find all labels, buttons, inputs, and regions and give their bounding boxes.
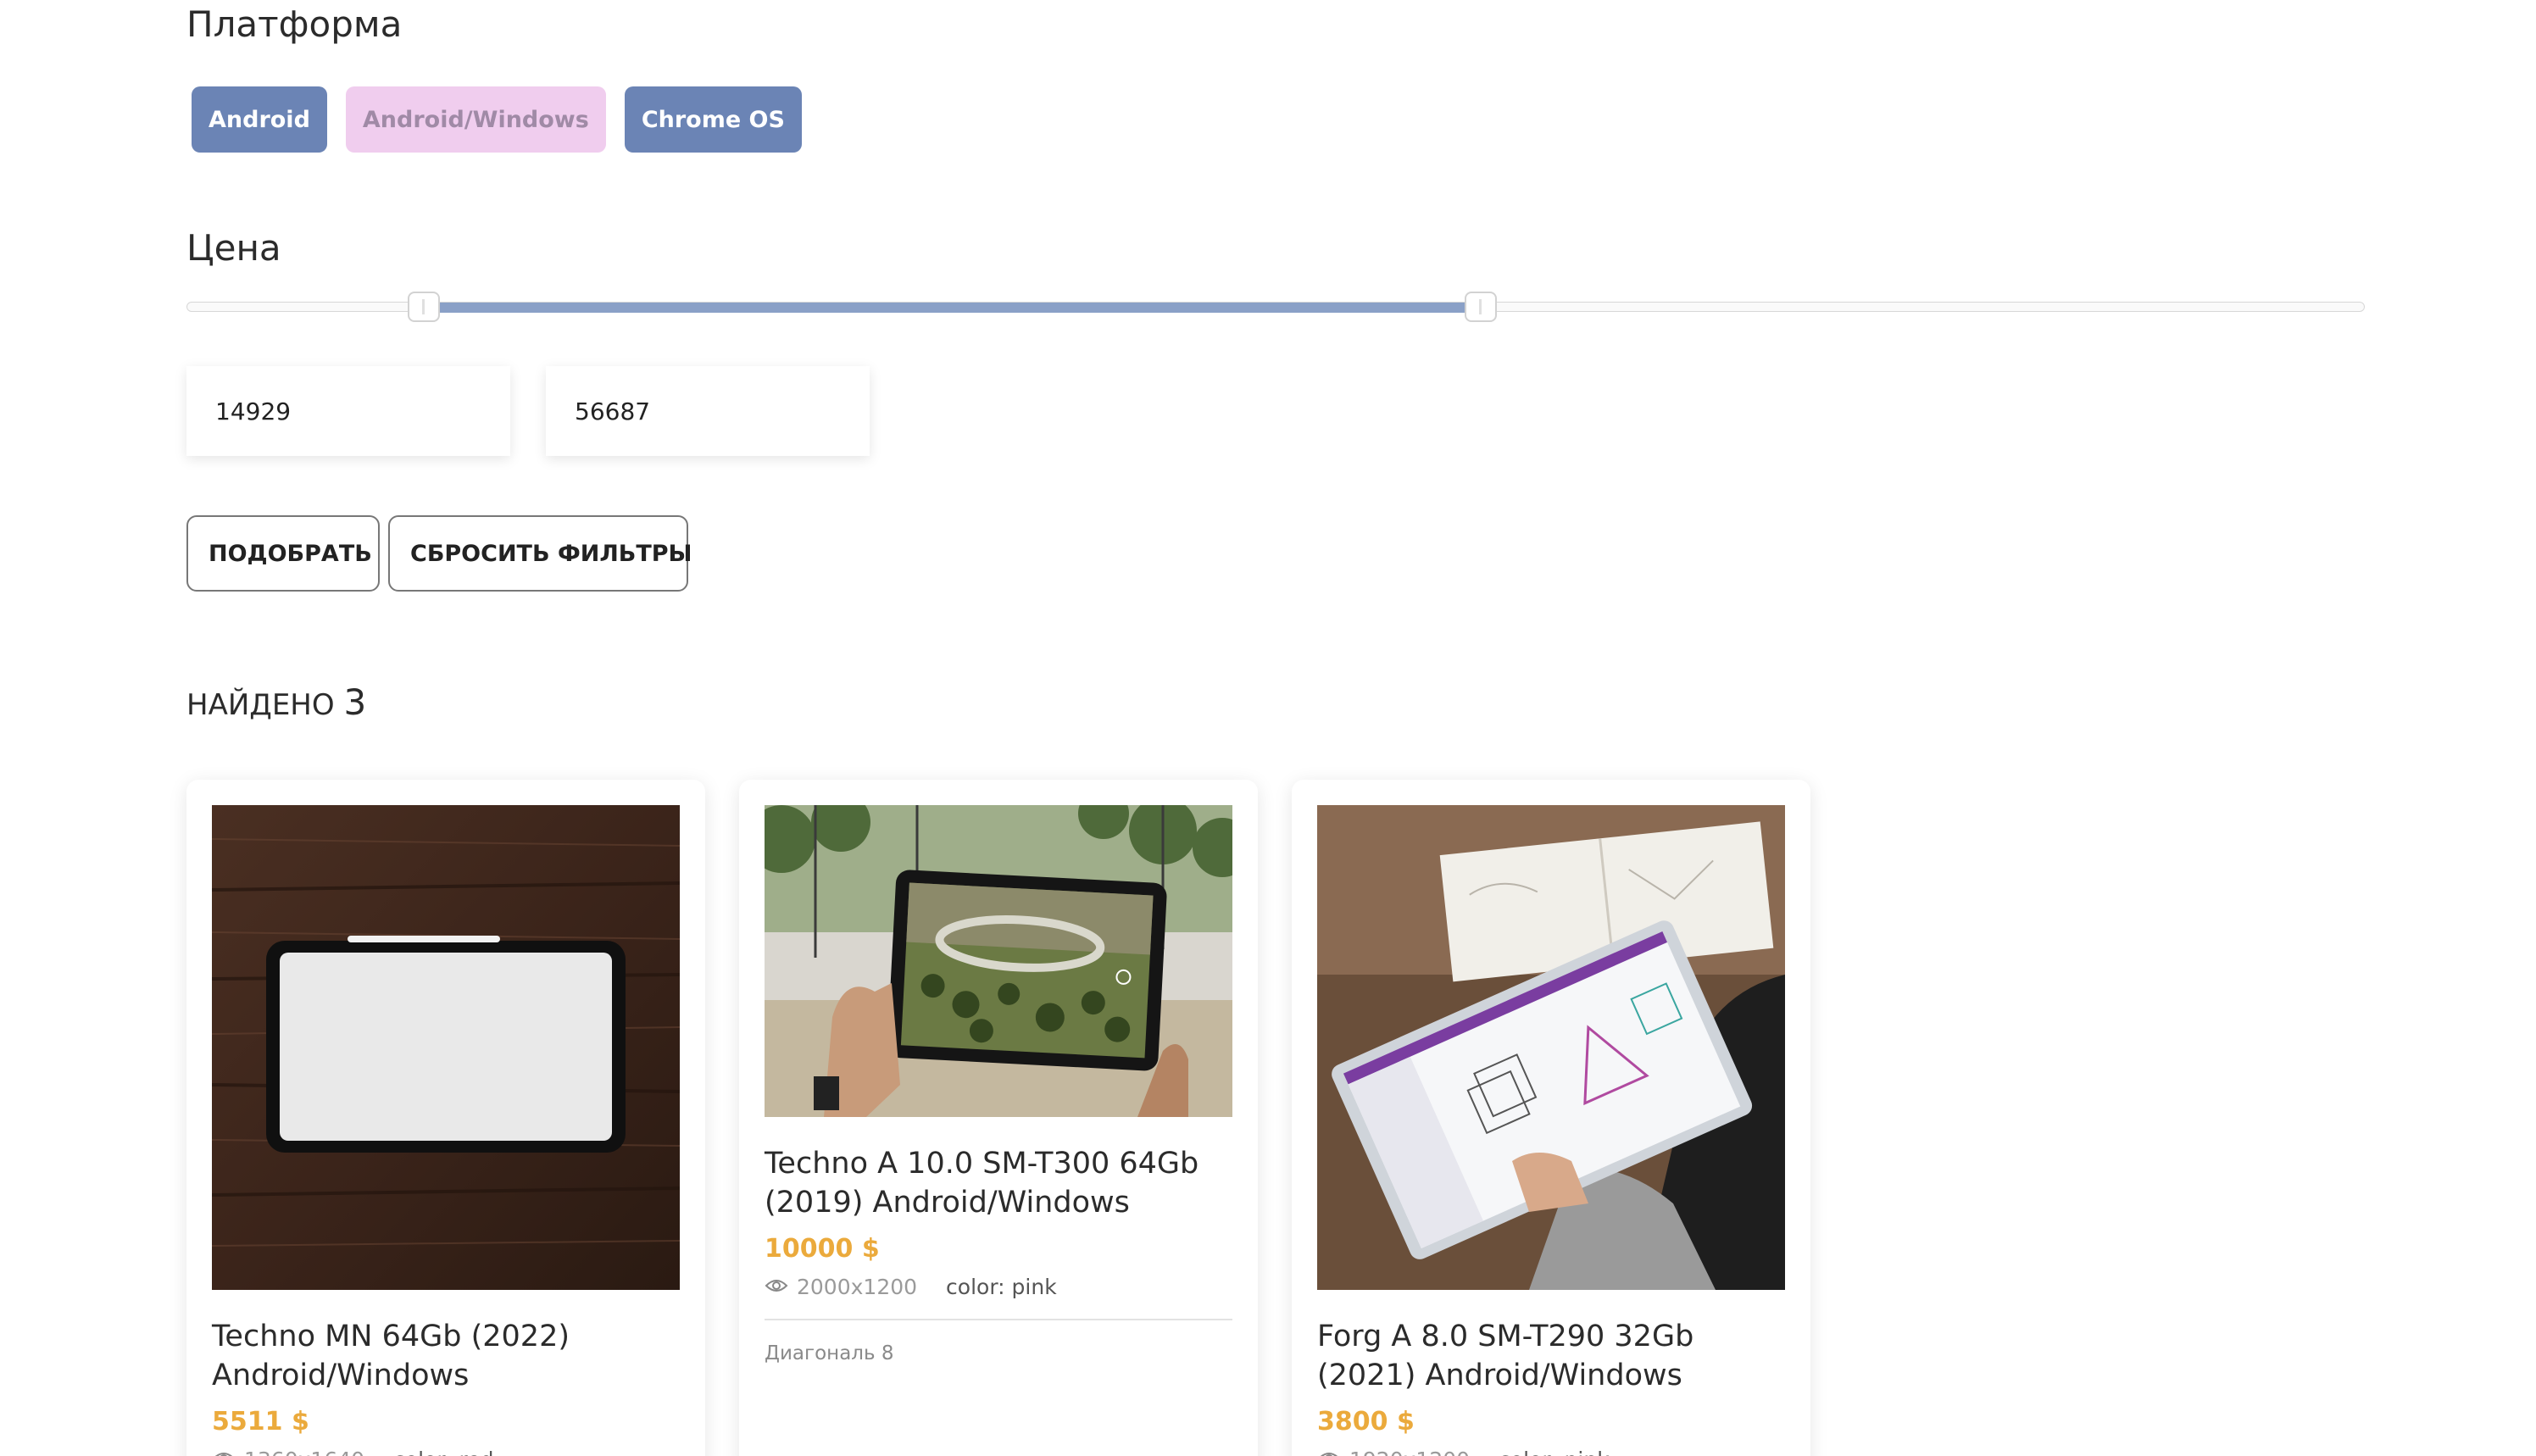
product-color: color: pink	[1499, 1448, 1610, 1456]
page: Платформа Android Android/Windows Chrome…	[0, 0, 2536, 1456]
chip-android-windows[interactable]: Android/Windows	[345, 86, 606, 153]
slider-handle-min[interactable]	[408, 292, 441, 322]
price-min-input[interactable]	[186, 366, 510, 456]
product-meta: 2000x1200 color: pink	[765, 1275, 1057, 1299]
product-image[interactable]	[212, 805, 680, 1290]
found-count: 3	[343, 681, 367, 723]
product-price: 5511 $	[212, 1407, 309, 1437]
product-color: color: pink	[946, 1275, 1057, 1299]
found-label: НАЙДЕНО	[186, 688, 335, 722]
product-price: 3800 $	[1317, 1407, 1415, 1437]
price-max-input[interactable]	[546, 366, 870, 456]
product-resolution: 2000x1200	[797, 1275, 918, 1299]
product-image[interactable]	[765, 805, 1232, 1117]
platform-title: Платформа	[186, 3, 403, 45]
slider-handle-max[interactable]	[1464, 292, 1497, 322]
product-title[interactable]: Techno MN 64Gb (2022) Android/Windows	[212, 1317, 687, 1395]
product-price: 10000 $	[765, 1234, 880, 1264]
eye-icon	[1317, 1448, 1341, 1456]
product-resolution: 1360x1640	[244, 1448, 364, 1456]
product-resolution: 1920x1200	[1349, 1448, 1470, 1456]
eye-icon	[765, 1275, 788, 1299]
price-title: Цена	[186, 227, 281, 269]
product-image[interactable]	[1317, 805, 1785, 1290]
product-meta: 1920x1200 color: pink	[1317, 1448, 1610, 1456]
product-card[interactable]: Forg A 8.0 SM-T290 32Gb (2021) Android/W…	[1292, 780, 1810, 1456]
reset-filters-button[interactable]: СБРОСИТЬ ФИЛЬТРЫ	[388, 515, 692, 592]
slider-fill	[424, 303, 1481, 313]
product-title[interactable]: Techno A 10.0 SM-T300 64Gb (2019) Androi…	[765, 1144, 1239, 1222]
chip-chrome-os[interactable]: Chrome OS	[624, 86, 802, 153]
product-card[interactable]: Techno A 10.0 SM-T300 64Gb (2019) Androi…	[739, 780, 1258, 1456]
product-meta: 1360x1640 color: red	[212, 1448, 494, 1456]
results-count: НАЙДЕНО 3	[186, 685, 366, 720]
eye-icon	[212, 1448, 236, 1456]
product-diagonal: Диагональ 8	[765, 1342, 894, 1364]
chip-android[interactable]: Android	[192, 86, 327, 153]
product-title[interactable]: Forg A 8.0 SM-T290 32Gb (2021) Android/W…	[1317, 1317, 1792, 1395]
card-divider	[765, 1319, 1232, 1320]
product-card[interactable]: Techno MN 64Gb (2022) Android/Windows 55…	[186, 780, 705, 1456]
product-color: color: red	[393, 1448, 493, 1456]
platform-chips: Android Android/Windows Chrome OS	[192, 86, 802, 153]
apply-filters-button[interactable]: ПОДОБРАТЬ	[186, 515, 380, 592]
price-range-slider[interactable]	[186, 292, 2365, 322]
